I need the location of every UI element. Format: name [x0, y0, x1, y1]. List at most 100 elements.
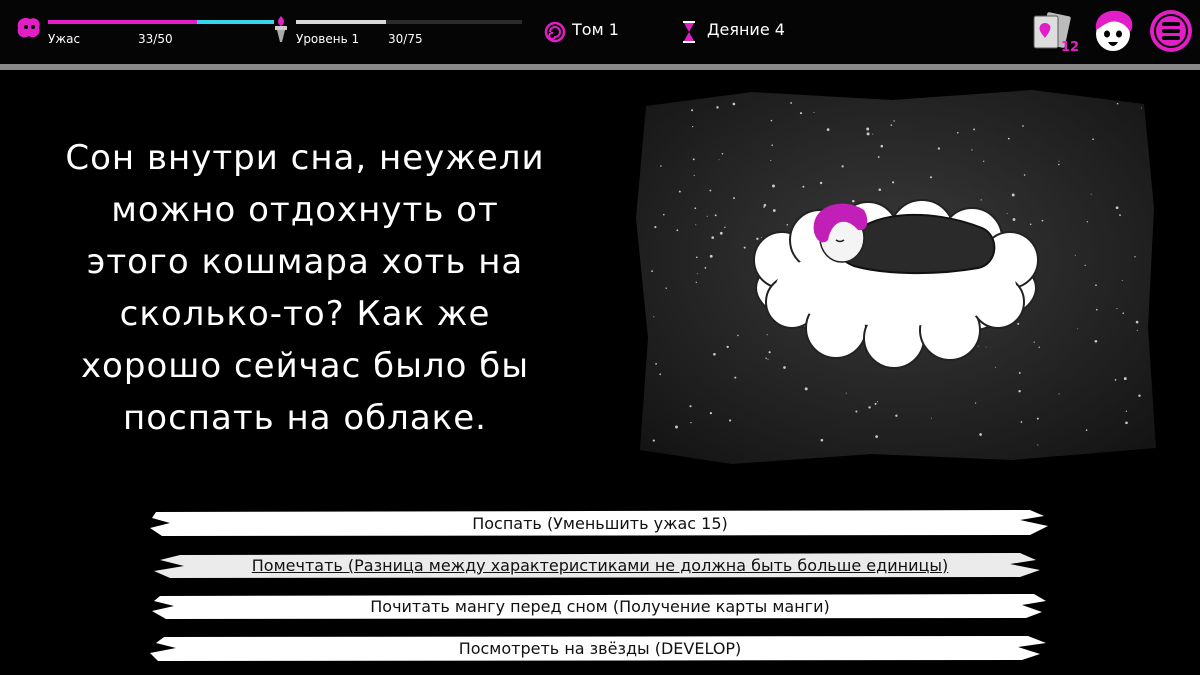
level-bar [296, 20, 522, 24]
star [665, 287, 667, 289]
star [819, 181, 823, 185]
star [689, 405, 692, 408]
star [802, 185, 805, 188]
star [1125, 410, 1128, 412]
star [1037, 444, 1039, 446]
choice-read-manga-label: Почитать мангу перед сном (Получение кар… [370, 596, 830, 616]
star [1085, 429, 1088, 431]
spiral-icon [544, 21, 566, 43]
star [890, 124, 893, 126]
star [877, 156, 880, 158]
star [1094, 339, 1098, 343]
narration-line: сколько-то? Как же [119, 294, 491, 334]
star [786, 223, 789, 226]
star [1086, 221, 1088, 223]
star [930, 417, 932, 419]
star [729, 419, 732, 422]
star [1038, 346, 1040, 348]
star [1020, 421, 1023, 423]
star [709, 254, 713, 258]
star [695, 256, 698, 259]
star [983, 160, 985, 162]
star [880, 144, 884, 148]
star [878, 188, 882, 191]
star [767, 358, 769, 360]
narration-line: можно отдохнуть от [111, 190, 499, 230]
star [973, 128, 976, 131]
character-portrait-button[interactable] [1088, 6, 1138, 56]
narration-line: поспать на облаке. [123, 398, 487, 438]
star [678, 190, 681, 193]
choice-sleep-button[interactable]: Поспать (Уменьшить ужас 15) [150, 508, 1050, 538]
scene-illustration [632, 88, 1160, 466]
star [713, 352, 716, 356]
star [709, 411, 713, 415]
star [726, 345, 729, 349]
star [1036, 417, 1039, 420]
star [1012, 218, 1016, 221]
star [770, 119, 773, 122]
star [790, 102, 792, 104]
star [956, 131, 959, 134]
choice-dream-button[interactable]: Помечтать (Разница между характеристикам… [150, 550, 1050, 580]
star [765, 357, 767, 360]
star [718, 159, 720, 161]
star [1140, 107, 1142, 109]
star [1041, 219, 1044, 222]
menu-button[interactable] [1148, 8, 1194, 54]
star [695, 281, 697, 283]
choice-dream-label: Помечтать (Разница между характеристикам… [251, 555, 949, 575]
choice-look-stars-button[interactable]: Посмотреть на звёзды (DEVELOP) [150, 633, 1050, 663]
star [979, 433, 982, 436]
narration-line: этого кошмара хоть на [86, 242, 524, 282]
star [660, 165, 662, 167]
star [711, 236, 715, 239]
star [783, 366, 786, 369]
star [692, 158, 695, 161]
cards-button[interactable]: 12 [1028, 8, 1079, 58]
horror-bar [48, 20, 274, 24]
star [980, 199, 982, 201]
level-label: Уровень 1 [296, 32, 360, 46]
horror-stat: Ужас 33/50 [14, 10, 274, 50]
avatar-icon [1095, 10, 1133, 51]
level-value: 30/75 [388, 32, 423, 46]
star [693, 175, 695, 177]
star [985, 346, 987, 348]
menu-icon [1150, 10, 1192, 52]
star [866, 132, 870, 136]
horror-value: 33/50 [138, 32, 173, 46]
star [1077, 328, 1079, 330]
star [719, 231, 723, 235]
star [1119, 214, 1121, 216]
star [855, 410, 858, 413]
star [766, 334, 768, 336]
star [866, 127, 870, 131]
star [1116, 307, 1118, 310]
torch-icon [275, 16, 287, 42]
narration-text: Сон внутри сна, неужели можно отдохнуть … [20, 132, 590, 444]
star [874, 402, 877, 405]
star [1125, 421, 1128, 425]
star [756, 237, 759, 240]
star [732, 102, 736, 106]
star [974, 402, 977, 404]
narration-line: хорошо сейчас было бы [80, 346, 530, 386]
star [721, 152, 724, 155]
star [877, 401, 879, 403]
choice-read-manga-button[interactable]: Почитать мангу перед сном (Получение кар… [150, 591, 1050, 621]
star [1136, 329, 1138, 331]
star [1122, 312, 1124, 314]
star [977, 345, 979, 347]
star [695, 224, 697, 226]
star [1018, 389, 1021, 393]
star [994, 366, 996, 368]
star [1090, 193, 1092, 195]
star [1023, 174, 1026, 176]
star [1123, 377, 1127, 381]
star [714, 214, 717, 217]
star [676, 229, 679, 232]
star [1058, 393, 1060, 395]
star [1084, 264, 1086, 267]
star [875, 435, 878, 438]
